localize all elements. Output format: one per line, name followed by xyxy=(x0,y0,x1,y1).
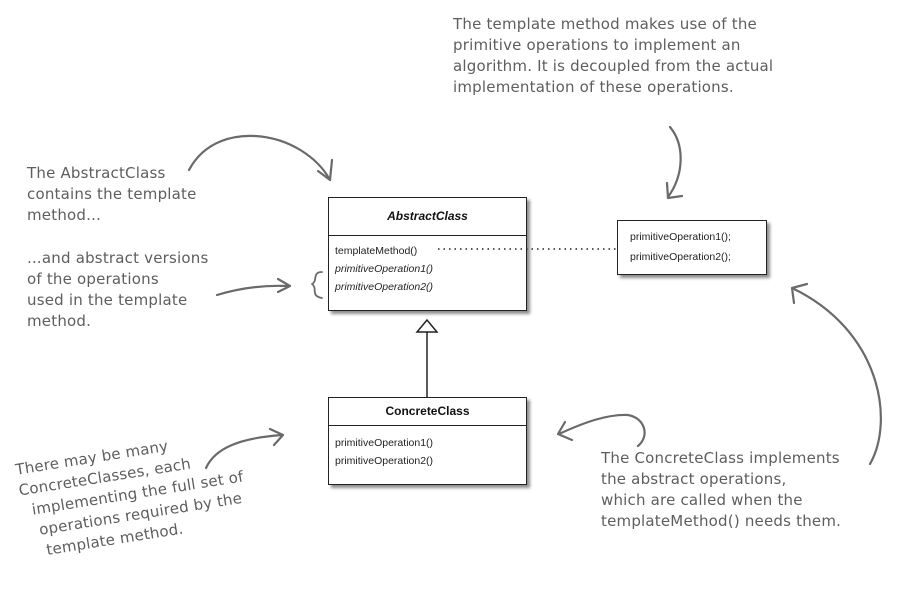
brace-icon xyxy=(311,271,323,299)
arrow-abstract-versions-icon xyxy=(215,277,292,297)
inheritance-triangle-icon xyxy=(415,318,439,333)
arrow-abstract-contains-icon xyxy=(187,134,334,182)
arrow-many-concrete-icon xyxy=(204,427,285,470)
arrow-top-note-icon xyxy=(665,125,684,200)
arrow-concrete-implements-icon xyxy=(556,413,646,448)
arrow-right-curve-icon xyxy=(790,282,882,466)
diagram-connectors xyxy=(187,125,882,470)
